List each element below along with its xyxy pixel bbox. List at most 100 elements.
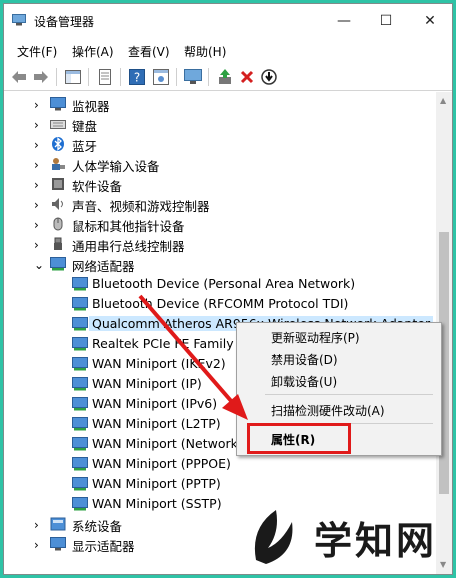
- uninstall-x-icon[interactable]: [238, 68, 256, 86]
- tree-item-label: WAN Miniport (SSTP): [92, 496, 222, 511]
- forward-arrow-icon[interactable]: [32, 68, 50, 86]
- svg-text:?: ?: [134, 71, 140, 85]
- back-arrow-icon[interactable]: [10, 68, 28, 86]
- maximize-button[interactable]: ☐: [364, 8, 408, 34]
- chevron-right-icon[interactable]: ›: [34, 538, 44, 552]
- system-device-icon: [50, 517, 66, 531]
- tree-item-label: Bluetooth Device (RFCOMM Protocol TDI): [92, 296, 349, 311]
- monitor-display-icon[interactable]: [184, 68, 202, 86]
- network-adapter-icon: [72, 337, 88, 351]
- network-adapter-icon: [72, 437, 88, 451]
- chevron-right-icon[interactable]: ›: [34, 138, 44, 152]
- toolbar: ?: [4, 64, 452, 91]
- tree-item-label: 键盘: [72, 119, 98, 134]
- tree-item-label: 显示适配器: [72, 539, 135, 554]
- network-adapter-icon: [72, 417, 88, 431]
- mouse-icon: [53, 217, 63, 231]
- title-bar[interactable]: 设备管理器 — ☐ ✕: [4, 4, 452, 38]
- chevron-right-icon[interactable]: ›: [34, 158, 44, 172]
- network-adapter-icon: [50, 257, 66, 271]
- network-adapter-icon: [72, 317, 88, 331]
- tree-item-label: 通用串行总线控制器: [72, 239, 185, 254]
- chevron-down-icon[interactable]: ⌄: [34, 258, 44, 272]
- tree-item-label: 系统设备: [72, 519, 123, 534]
- menu-help[interactable]: 帮助(H): [184, 43, 226, 60]
- toolbar-separator: [56, 68, 57, 86]
- menu-disable-device[interactable]: 禁用设备(D): [271, 351, 338, 368]
- chevron-right-icon[interactable]: ›: [34, 238, 44, 252]
- chevron-right-icon[interactable]: ›: [34, 178, 44, 192]
- network-adapter-icon: [72, 497, 88, 511]
- scroll-up-arrow-icon[interactable]: ▲: [440, 96, 446, 105]
- tree-item-adapter[interactable]: Bluetooth Device (RFCOMM Protocol TDI): [4, 294, 436, 314]
- monitor-icon: [50, 97, 66, 111]
- network-adapter-icon: [72, 297, 88, 311]
- chevron-right-icon[interactable]: ›: [34, 198, 44, 212]
- tree-item-label: 蓝牙: [72, 139, 98, 154]
- tree-item-label: WAN Miniport (L2TP): [92, 416, 221, 431]
- update-driver-icon[interactable]: [216, 68, 234, 86]
- tree-item-label: WAN Miniport (IP): [92, 376, 202, 391]
- usb-icon: [54, 237, 62, 250]
- tree-item-adapter[interactable]: WAN Miniport (PPPOE): [4, 454, 436, 474]
- toolbar-separator: [208, 68, 209, 86]
- tree-item-usb[interactable]: › 通用串行总线控制器: [4, 234, 436, 254]
- menu-view[interactable]: 查看(V): [128, 43, 170, 60]
- tree-item-hid[interactable]: › 人体学输入设备: [4, 154, 436, 174]
- chevron-right-icon[interactable]: ›: [34, 98, 44, 112]
- tree-item-adapter[interactable]: Bluetooth Device (Personal Area Network): [4, 274, 436, 294]
- menu-bar: 文件(F) 操作(A) 查看(V) 帮助(H): [4, 40, 452, 62]
- menu-file[interactable]: 文件(F): [17, 43, 57, 60]
- tree-item-label: 人体学输入设备: [72, 159, 160, 174]
- properties-sheet-icon[interactable]: [96, 68, 114, 86]
- network-adapter-icon: [72, 357, 88, 371]
- toolbar-separator: [120, 68, 121, 86]
- tree-item-label: Realtek PCIe FE Family Co: [92, 336, 254, 351]
- show-hide-tree-icon[interactable]: [64, 68, 82, 86]
- tree-item-label: WAN Miniport (PPPOE): [92, 456, 231, 471]
- chevron-right-icon[interactable]: ›: [34, 118, 44, 132]
- toolbar-separator: [176, 68, 177, 86]
- tree-item-adapter[interactable]: WAN Miniport (PPTP): [4, 474, 436, 494]
- enable-down-arrow-icon[interactable]: [260, 68, 278, 86]
- tree-item-network-adapters[interactable]: ⌄ 网络适配器: [4, 254, 436, 274]
- tree-item-label: 网络适配器: [72, 259, 135, 274]
- device-manager-icon: [12, 14, 26, 26]
- display-adapter-icon: [50, 537, 66, 551]
- minimize-button[interactable]: —: [322, 8, 366, 34]
- tree-item-label: WAN Miniport (Network: [92, 436, 238, 451]
- tree-item-bluetooth[interactable]: › 蓝牙: [4, 134, 436, 154]
- network-adapter-icon: [72, 397, 88, 411]
- tree-item-sound[interactable]: › 声音、视频和游戏控制器: [4, 194, 436, 214]
- tree-item-label: 声音、视频和游戏控制器: [72, 199, 210, 214]
- chevron-right-icon[interactable]: ›: [34, 518, 44, 532]
- watermark-text: 学知网: [314, 518, 438, 563]
- tree-item-software-devices[interactable]: › 软件设备: [4, 174, 436, 194]
- help-icon[interactable]: ?: [128, 68, 146, 86]
- network-adapter-icon: [72, 477, 88, 491]
- tree-item-keyboards[interactable]: › 键盘: [4, 114, 436, 134]
- tree-item-label: 监视器: [72, 99, 110, 114]
- device-manager-window: 设备管理器 — ☐ ✕ 文件(F) 操作(A) 查看(V) 帮助(H) ? › …: [3, 3, 453, 575]
- show-hidden-view-icon[interactable]: [152, 68, 170, 86]
- speaker-icon: [52, 198, 63, 210]
- properties-highlight-box: [247, 423, 351, 454]
- tree-item-label: WAN Miniport (IKEv2): [92, 356, 226, 371]
- toolbar-separator: [88, 68, 89, 86]
- chevron-right-icon[interactable]: ›: [34, 218, 44, 232]
- menu-action[interactable]: 操作(A): [72, 43, 114, 60]
- close-button[interactable]: ✕: [408, 8, 452, 34]
- menu-update-driver[interactable]: 更新驱动程序(P): [271, 329, 360, 346]
- hid-icon: [52, 158, 65, 170]
- bluetooth-icon: [52, 137, 64, 151]
- tree-item-label: 软件设备: [72, 179, 123, 194]
- menu-uninstall-device[interactable]: 卸载设备(U): [271, 373, 337, 390]
- tree-item-label: 鼠标和其他指针设备: [72, 219, 185, 234]
- window-title: 设备管理器: [34, 15, 95, 29]
- menu-scan-hardware[interactable]: 扫描检测硬件改动(A): [271, 402, 385, 419]
- tree-item-label: WAN Miniport (PPTP): [92, 476, 221, 491]
- network-adapter-icon: [72, 277, 88, 291]
- tree-item-monitors[interactable]: › 监视器: [4, 94, 436, 114]
- tree-item-mice[interactable]: › 鼠标和其他指针设备: [4, 214, 436, 234]
- tree-item-label: WAN Miniport (IPv6): [92, 396, 218, 411]
